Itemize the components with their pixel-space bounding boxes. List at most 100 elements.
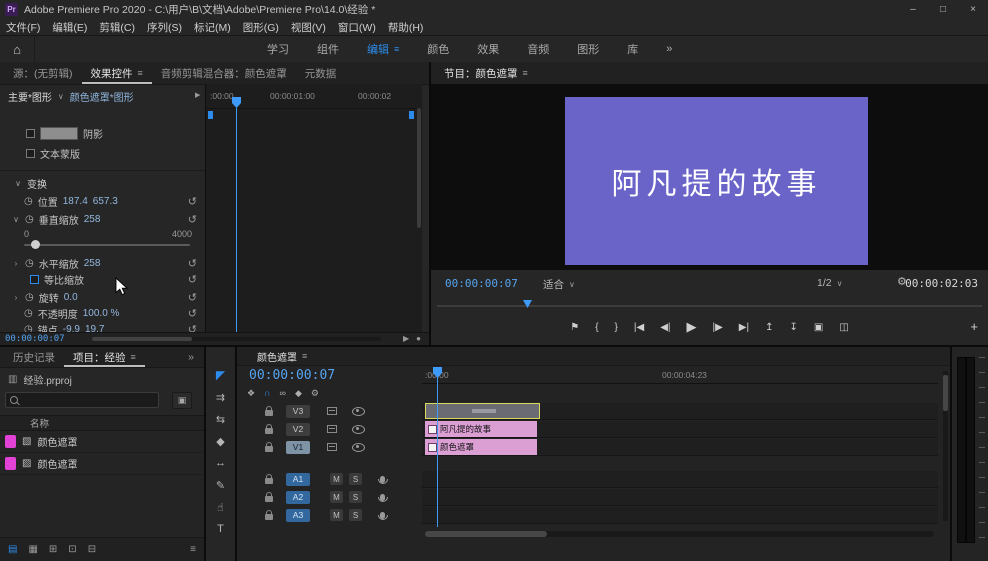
tab-overflow-button[interactable]: »	[188, 351, 200, 363]
chevron-expanded-icon[interactable]: ∨	[12, 215, 20, 224]
lock-icon[interactable]	[265, 423, 273, 434]
voiceover-mic-icon[interactable]	[378, 493, 388, 502]
add-button[interactable]: +	[970, 319, 978, 334]
zoom-level-dropdown[interactable]: 适合 ∨	[543, 277, 575, 292]
track-visibility-icon[interactable]	[352, 442, 365, 452]
hand-tool[interactable]: ☝	[206, 497, 235, 517]
track-target-a3[interactable]: A3	[286, 508, 310, 522]
timeline-vertical-scrollbar-handle[interactable]	[943, 375, 948, 411]
master-clip-label[interactable]: 主要*图形	[8, 89, 52, 104]
stopwatch-icon[interactable]: ◷	[25, 258, 34, 269]
menu-graphics[interactable]: 图形(G)	[237, 20, 285, 35]
label-color-chip[interactable]	[5, 435, 16, 448]
playback-resolution-dropdown[interactable]: 1/2 ∨	[817, 277, 842, 289]
program-scrubber[interactable]	[437, 305, 982, 307]
horizontal-scrollbar[interactable]	[92, 337, 381, 341]
mute-button[interactable]: M	[330, 473, 343, 485]
timeline-horizontal-scrollbar-handle[interactable]	[425, 531, 547, 537]
linked-selection-icon[interactable]: ∞	[280, 388, 286, 399]
chevron-down-icon[interactable]: ∨	[58, 92, 64, 101]
list-view-icon[interactable]: ▤	[8, 544, 17, 555]
shadow-color-swatch[interactable]	[40, 127, 78, 140]
tab-program-monitor[interactable]: 节目：颜色遮罩 ≡	[435, 62, 537, 84]
track-target-a1[interactable]: A1	[286, 472, 310, 486]
clip-v2[interactable]: 阿凡提的故事	[425, 421, 537, 437]
ripple-edit-tool[interactable]: ⇆	[206, 409, 235, 429]
clip-v1[interactable]: 颜色遮罩	[425, 439, 537, 455]
reset-icon[interactable]: ↺	[188, 213, 197, 226]
workspace-tab-audio[interactable]: 音频	[527, 41, 549, 57]
menu-edit[interactable]: 编辑(E)	[46, 20, 93, 35]
shadow-checkbox[interactable]	[26, 129, 35, 138]
program-current-time[interactable]: 00:00:00:07	[445, 277, 518, 290]
rotation-value[interactable]: 0.0	[64, 292, 78, 303]
pen-tool[interactable]: ✎	[206, 475, 235, 495]
play-audio-toggle-icon[interactable]: ▶	[403, 334, 409, 343]
stopwatch-icon[interactable]: ◷	[24, 196, 33, 207]
razor-tool[interactable]: ◆	[206, 431, 235, 451]
add-marker-button[interactable]: ⚑	[570, 322, 579, 333]
lock-icon[interactable]	[265, 509, 273, 520]
sync-lock-icon[interactable]	[327, 407, 337, 415]
column-header-row[interactable]: 名称	[0, 415, 204, 431]
workspace-tab-editing[interactable]: 编辑 ≡	[367, 41, 399, 57]
stopwatch-icon[interactable]: ◷	[24, 308, 33, 319]
snap-icon[interactable]: ∩	[264, 388, 270, 399]
sync-lock-icon[interactable]	[327, 443, 337, 451]
selected-graphic-clip[interactable]	[425, 403, 540, 419]
lock-icon[interactable]	[265, 405, 273, 416]
go-to-out-button[interactable]: ▶|	[739, 322, 749, 333]
chevron-collapsed-icon[interactable]: ›	[12, 293, 20, 302]
opacity-value[interactable]: 100.0 %	[83, 308, 120, 319]
reset-icon[interactable]: ↺	[188, 291, 197, 304]
workspace-overflow-button[interactable]: »	[666, 43, 672, 55]
export-frame-button[interactable]: ▣	[814, 322, 823, 333]
keyframe-timeline[interactable]: :00:00 00:00:01:00 00:00:02	[205, 84, 422, 333]
menu-sequence[interactable]: 序列(S)	[141, 20, 188, 35]
workspace-menu-icon[interactable]: ≡	[394, 44, 399, 54]
lift-button[interactable]: ↥	[765, 322, 773, 333]
reset-icon[interactable]: ↺	[188, 257, 197, 270]
text-mask-checkbox[interactable]	[26, 149, 35, 158]
new-item-icon[interactable]: ⊡	[68, 544, 76, 555]
menu-window[interactable]: 窗口(W)	[332, 20, 382, 35]
program-video-frame[interactable]: 阿凡提的故事	[431, 84, 988, 270]
voiceover-mic-icon[interactable]	[378, 475, 388, 484]
footer-more-icon[interactable]: ≡	[190, 544, 196, 555]
track-visibility-icon[interactable]	[352, 406, 365, 416]
horizontal-scrollbar-handle[interactable]	[92, 337, 192, 341]
workspace-tab-assembly[interactable]: 组件	[317, 41, 339, 57]
position-x-value[interactable]: 187.4	[63, 196, 88, 207]
chevron-collapsed-icon[interactable]: ›	[12, 259, 20, 268]
comparison-view-button[interactable]: ◫	[839, 322, 848, 333]
tab-history[interactable]: 历史记录	[4, 347, 64, 367]
mark-in-button[interactable]: {	[595, 322, 598, 333]
reset-icon[interactable]: ↺	[188, 307, 197, 320]
menu-clip[interactable]: 剪辑(C)	[93, 20, 141, 35]
solo-button[interactable]: S	[349, 491, 362, 503]
solo-button[interactable]: S	[349, 509, 362, 521]
track-target-v1[interactable]: V1	[286, 440, 310, 454]
current-time-display[interactable]: 00:00:00:07	[5, 334, 65, 344]
clip-handle[interactable]	[472, 409, 496, 413]
new-bin-icon[interactable]: ⊞	[49, 544, 57, 555]
track-target-v2[interactable]: V2	[286, 422, 310, 436]
work-area-end-handle[interactable]	[409, 111, 414, 119]
reset-icon[interactable]: ↺	[188, 273, 197, 286]
track-lane-a1[interactable]	[422, 471, 938, 488]
loop-toggle-icon[interactable]: ●	[416, 334, 421, 343]
chevron-expanded-icon[interactable]: ∨	[14, 179, 22, 188]
step-forward-button[interactable]: |▶	[712, 322, 722, 333]
menu-view[interactable]: 视图(V)	[285, 20, 332, 35]
panel-menu-icon[interactable]: ≡	[138, 68, 143, 78]
close-button[interactable]: ×	[958, 0, 988, 19]
search-box[interactable]	[5, 392, 159, 408]
workspace-tab-color[interactable]: 颜色	[427, 41, 449, 57]
tab-sequence[interactable]: 颜色遮罩 ≡	[253, 347, 311, 365]
horizontal-scale-value[interactable]: 258	[84, 258, 101, 269]
mute-button[interactable]: M	[330, 509, 343, 521]
lock-icon[interactable]	[265, 491, 273, 502]
tab-source-monitor[interactable]: 源：(无剪辑)	[4, 62, 82, 84]
tab-effect-controls[interactable]: 效果控件 ≡	[82, 62, 152, 84]
selection-tool[interactable]: ◤	[206, 365, 235, 385]
